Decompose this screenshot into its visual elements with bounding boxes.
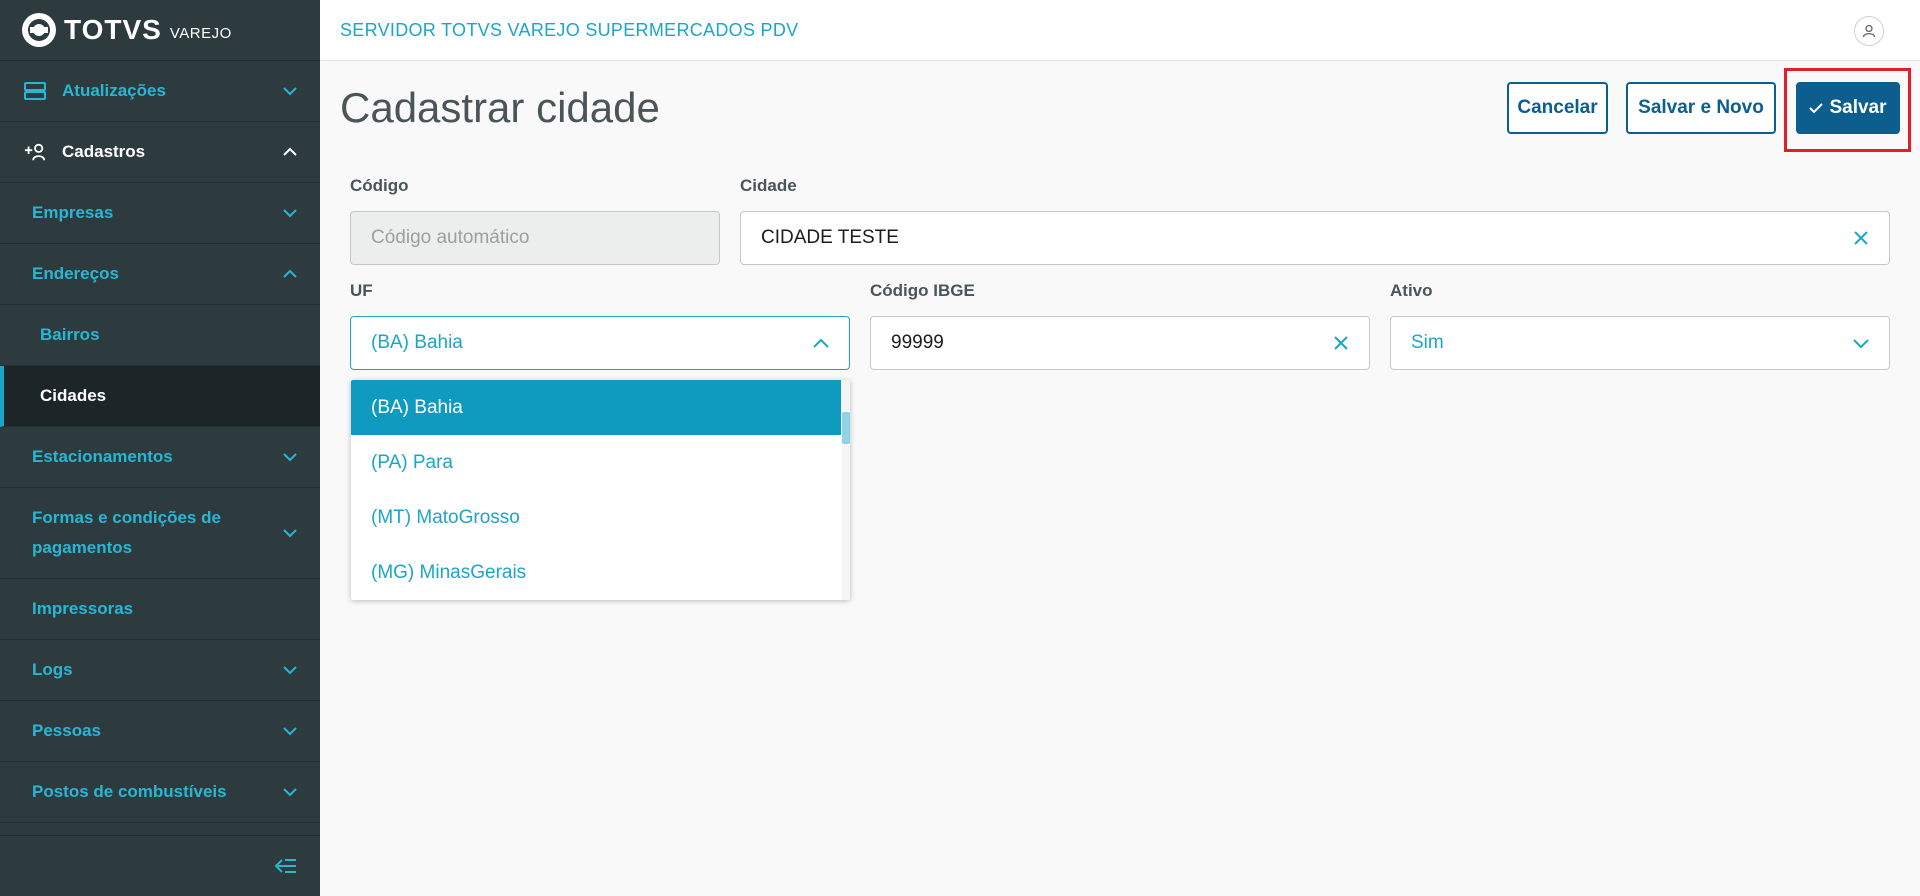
chevron-down-icon — [283, 727, 297, 736]
totvs-logo-icon — [22, 13, 56, 47]
chevron-down-icon — [283, 529, 297, 538]
chevron-down-icon — [283, 87, 297, 96]
uf-value: (BA) Bahia — [371, 332, 463, 353]
topbar: SERVIDOR TOTVS VAREJO SUPERMERCADOS PDV — [320, 0, 1920, 61]
dropdown-option[interactable]: (BA) Bahia — [351, 380, 841, 435]
brand-name: TOTVS — [64, 14, 162, 45]
collapse-menu-icon[interactable] — [274, 856, 298, 876]
sidebar-item-cidades[interactable]: Cidades — [0, 366, 320, 427]
sidebar-item-label: Estacionamentos — [32, 447, 173, 466]
chevron-down-icon — [283, 788, 297, 797]
ativo-select[interactable]: Sim — [1390, 316, 1890, 370]
codigo-label: Código — [350, 176, 409, 195]
sidebar-item-label: Atualizações — [62, 81, 166, 100]
sidebar-item-label-line2: pagamentos — [32, 538, 133, 557]
sidebar-item-label: Logs — [32, 660, 73, 679]
chevron-up-icon — [283, 269, 297, 278]
sidebar-item-label: Empresas — [32, 203, 114, 222]
page-title: Cadastrar cidade — [340, 84, 660, 131]
sidebar: TOTVS VAREJO Atualizações Cadastros Empr… — [0, 0, 320, 896]
cidade-label: Cidade — [740, 176, 797, 195]
sidebar-item-label: Cadastros — [62, 142, 146, 161]
ibge-value: 99999 — [891, 332, 944, 353]
uf-dropdown: (BA) Bahia (PA) Para (MT) MatoGrosso (MG… — [351, 380, 850, 600]
chevron-up-icon — [813, 338, 829, 348]
chevron-down-icon — [283, 666, 297, 675]
save-new-button[interactable]: Salvar e Novo — [1626, 82, 1776, 134]
ativo-value: Sim — [1411, 332, 1444, 353]
codigo-placeholder: Código automático — [371, 227, 530, 248]
sidebar-item-empresas[interactable]: Empresas — [0, 183, 320, 244]
cidade-input[interactable]: CIDADE TESTE — [740, 211, 1890, 265]
sidebar-item-impressoras[interactable]: Impressoras — [0, 579, 320, 640]
uf-label: UF — [350, 281, 373, 300]
add-user-icon — [24, 141, 46, 163]
brand-sub: VAREJO — [169, 24, 232, 42]
brand-logo[interactable]: TOTVS VAREJO — [0, 0, 320, 61]
sidebar-item-label-line1: Formas e condições de — [32, 508, 221, 527]
highlight-box — [1784, 68, 1911, 152]
avatar[interactable] — [1854, 16, 1884, 46]
sidebar-item-label: Endereços — [32, 264, 119, 283]
chevron-down-icon — [1853, 339, 1869, 349]
sidebar-item-label: Pessoas — [32, 721, 101, 740]
sidebar-item-atualizacoes[interactable]: Atualizações — [0, 61, 320, 122]
sidebar-item-postos[interactable]: Postos de combustíveis — [0, 762, 320, 823]
sidebar-item-bairros[interactable]: Bairros — [0, 305, 320, 366]
dropdown-scrollbar[interactable] — [842, 380, 850, 600]
uf-select[interactable]: (BA) Bahia — [350, 316, 850, 370]
clear-icon[interactable] — [1331, 333, 1351, 353]
sidebar-collapse-bar — [0, 835, 320, 896]
cidade-value: CIDADE TESTE — [761, 227, 899, 248]
ativo-label: Ativo — [1390, 281, 1433, 300]
dropdown-option[interactable]: (PA) Para — [351, 435, 841, 490]
sidebar-item-pessoas[interactable]: Pessoas — [0, 701, 320, 762]
sidebar-item-label: Postos de combustíveis — [32, 782, 227, 801]
sidebar-item-enderecos[interactable]: Endereços — [0, 244, 320, 305]
sidebar-item-label: Bairros — [40, 325, 100, 344]
codigo-field[interactable]: Código automático — [350, 211, 720, 265]
chevron-down-icon — [283, 453, 297, 462]
ibge-input[interactable]: 99999 — [870, 316, 1370, 370]
chevron-up-icon — [283, 147, 297, 156]
sidebar-item-cadastros[interactable]: Cadastros — [0, 122, 320, 183]
sidebar-item-label: Formas e condições de pagamentos — [0, 503, 221, 563]
dropdown-option[interactable]: (MG) MinasGerais — [351, 545, 841, 600]
user-icon — [1862, 24, 1876, 38]
sidebar-item-label: Impressoras — [32, 599, 134, 618]
ibge-label: Código IBGE — [870, 281, 975, 300]
sidebar-item-formas-pagamento[interactable]: Formas e condições de pagamentos — [0, 488, 320, 579]
sidebar-item-label: Cidades — [40, 386, 107, 405]
dropdown-option[interactable]: (MT) MatoGrosso — [351, 490, 841, 545]
chevron-down-icon — [283, 209, 297, 218]
sidebar-item-estacionamentos[interactable]: Estacionamentos — [0, 427, 320, 488]
scrollbar-thumb[interactable] — [842, 412, 850, 444]
sidebar-item-logs[interactable]: Logs — [0, 640, 320, 701]
app-title: SERVIDOR TOTVS VAREJO SUPERMERCADOS PDV — [340, 19, 799, 40]
server-icon — [24, 80, 46, 102]
cancel-button[interactable]: Cancelar — [1507, 82, 1608, 134]
clear-icon[interactable] — [1851, 228, 1871, 248]
